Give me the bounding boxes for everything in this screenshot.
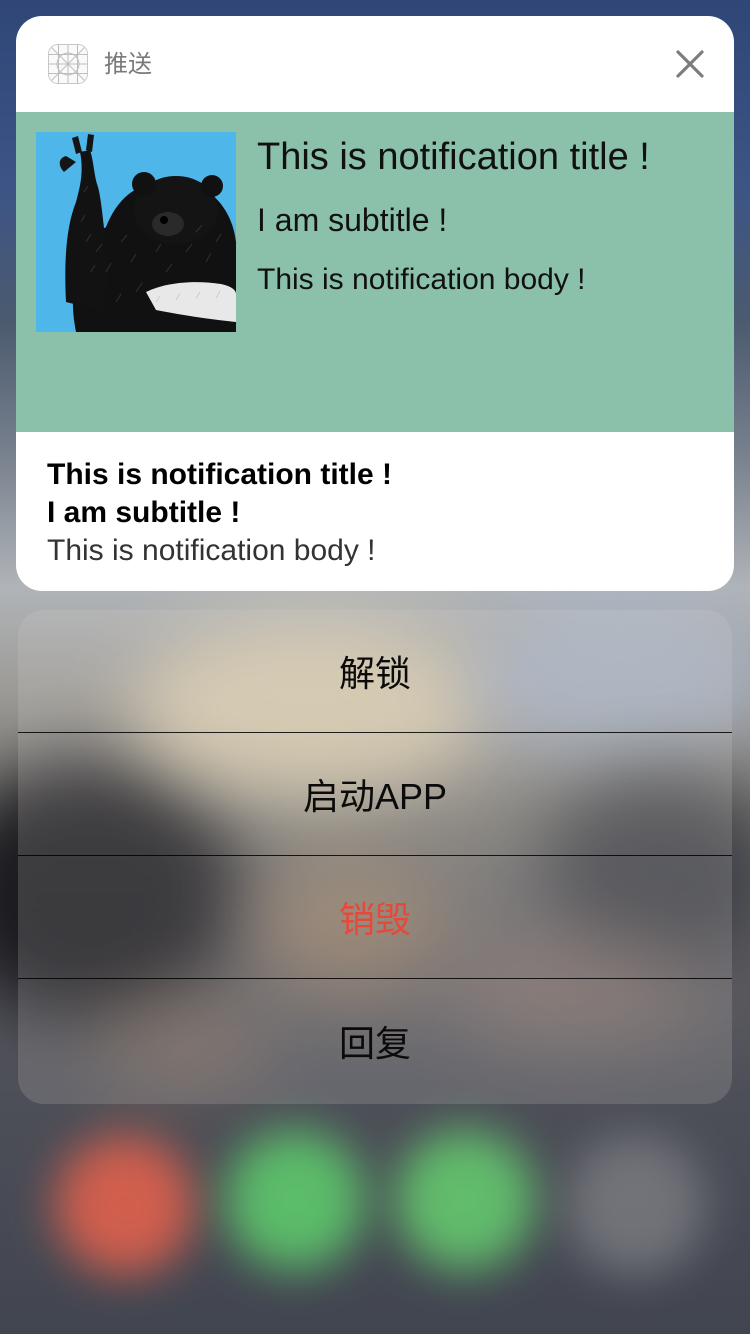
close-icon[interactable] — [672, 46, 708, 82]
reply-action-button[interactable]: 回复 — [18, 979, 732, 1102]
media-body: This is notification body ! — [257, 263, 586, 296]
blurred-dock-icon — [225, 1130, 365, 1270]
blurred-dock-icon — [395, 1130, 535, 1270]
notification-card[interactable]: 推送 This is notification title ! I am sub… — [16, 16, 734, 591]
grid-app-icon — [48, 44, 88, 84]
notification-subtitle: I am subtitle ! — [47, 496, 241, 529]
launch-app-action-button[interactable]: 启动APP — [18, 733, 732, 856]
notification-body: This is notification body ! — [47, 534, 376, 567]
destroy-action-button[interactable]: 销毁 — [18, 856, 732, 979]
blurred-dock-icon — [565, 1135, 705, 1275]
bear-illustration-image — [36, 132, 236, 332]
unlock-action-button[interactable]: 解锁 — [18, 610, 732, 733]
notification-title: This is notification title ! — [47, 458, 392, 491]
app-name: 推送 — [104, 51, 152, 78]
media-subtitle: I am subtitle ! — [257, 202, 448, 238]
notification-text: This is notification title ! I am subtit… — [47, 456, 392, 570]
blurred-dock-icon — [55, 1135, 195, 1275]
media-title: This is notification title ! — [257, 136, 650, 178]
notification-media-content: This is notification title ! I am subtit… — [16, 112, 734, 432]
notification-header: 推送 — [16, 16, 734, 112]
notification-actions-menu: 解锁 启动APP 销毁 回复 — [18, 610, 732, 1104]
